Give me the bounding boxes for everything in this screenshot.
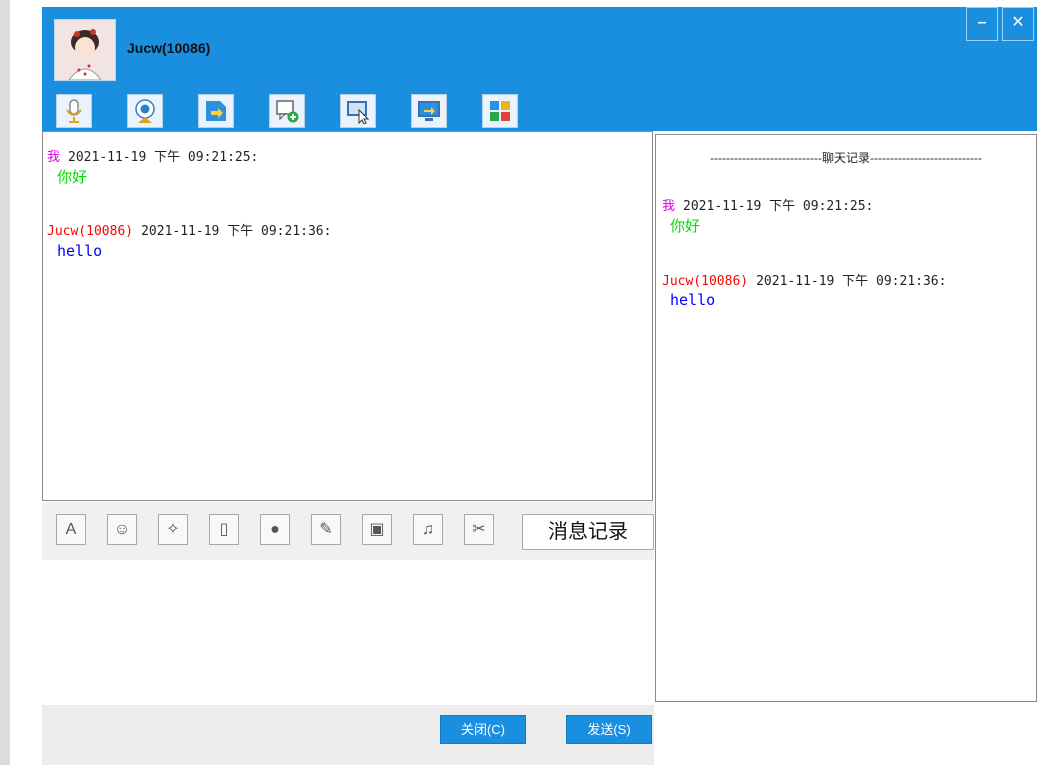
music-icon: ♫ bbox=[422, 521, 434, 538]
left-edge-strip bbox=[0, 0, 10, 765]
history-panel[interactable]: ----------------------------聊天记录--------… bbox=[655, 134, 1037, 702]
font-button[interactable]: A bbox=[56, 514, 86, 545]
footer: 关闭(C) 发送(S) bbox=[42, 705, 654, 765]
message-time: 2021-11-19 下午 09:21:36: bbox=[756, 274, 947, 289]
chat-window: Jucw(10086) – ✕ 我 2021-11-19 下午 09:21:25… bbox=[42, 7, 1037, 765]
image-icon: ▣ bbox=[369, 521, 385, 538]
message-time: 2021-11-19 下午 09:21:25: bbox=[68, 150, 259, 165]
microphone-icon bbox=[66, 99, 82, 123]
new-message-icon bbox=[276, 100, 299, 123]
emoji-button[interactable]: ☺ bbox=[107, 514, 137, 545]
close-icon: ✕ bbox=[1011, 14, 1025, 31]
screen-share-icon bbox=[418, 101, 440, 121]
history-message-header: 我 2021-11-19 下午 09:21:25: bbox=[662, 195, 873, 214]
magic-wand-icon: ✧ bbox=[166, 521, 180, 538]
history-title: ----------------------------聊天记录--------… bbox=[710, 151, 982, 165]
title-bar: Jucw(10086) – ✕ bbox=[42, 7, 1037, 131]
close-window-button[interactable]: ✕ bbox=[1002, 7, 1034, 41]
message-sender: Jucw(10086) bbox=[47, 224, 134, 239]
new-message-button[interactable] bbox=[269, 94, 305, 128]
send-file-icon bbox=[206, 101, 226, 121]
font-icon: A bbox=[65, 521, 77, 538]
video-call-button[interactable] bbox=[127, 94, 163, 128]
webcam-icon bbox=[135, 99, 155, 123]
chat-message-header: 我 2021-11-19 下午 09:21:25: bbox=[47, 146, 258, 165]
history-message-header: Jucw(10086) 2021-11-19 下午 09:21:36: bbox=[662, 270, 946, 289]
close-button[interactable]: 关闭(C) bbox=[440, 715, 526, 744]
remote-desktop-icon bbox=[347, 101, 370, 124]
message-time: 2021-11-19 下午 09:21:25: bbox=[683, 199, 874, 214]
message-text: hello bbox=[57, 242, 103, 260]
avatar-image bbox=[55, 20, 115, 80]
message-input[interactable] bbox=[42, 560, 654, 705]
apps-icon bbox=[490, 101, 510, 121]
minimize-icon: – bbox=[977, 14, 987, 31]
send-button[interactable]: 发送(S) bbox=[566, 715, 652, 744]
image-button[interactable]: ▣ bbox=[362, 514, 392, 545]
vibrate-button[interactable]: ▯ bbox=[209, 514, 239, 545]
emoji-icon: ☺ bbox=[113, 521, 131, 538]
remote-desktop-button[interactable] bbox=[340, 94, 376, 128]
send-file-button[interactable] bbox=[198, 94, 234, 128]
magic-button[interactable]: ✧ bbox=[158, 514, 188, 545]
message-sender: Jucw(10086) bbox=[662, 274, 749, 289]
apps-button[interactable] bbox=[482, 94, 518, 128]
chat-display[interactable]: 我 2021-11-19 下午 09:21:25: 你好 Jucw(10086) 2… bbox=[42, 131, 653, 501]
vibrate-icon: ▯ bbox=[219, 521, 229, 538]
scissors-icon: ✂ bbox=[472, 521, 486, 538]
avatar[interactable] bbox=[54, 19, 116, 81]
edit-icon: ✎ bbox=[319, 521, 333, 538]
screen-share-button[interactable] bbox=[411, 94, 447, 128]
contact-name: Jucw(10086) bbox=[127, 40, 211, 56]
message-time: 2021-11-19 下午 09:21:36: bbox=[141, 224, 332, 239]
message-text: 你好 bbox=[670, 217, 701, 235]
minimize-button[interactable]: – bbox=[966, 7, 998, 41]
voice-message-button[interactable]: ● bbox=[260, 514, 290, 545]
message-sender: 我 bbox=[662, 199, 676, 214]
chat-message-header: Jucw(10086) 2021-11-19 下午 09:21:36: bbox=[47, 220, 331, 239]
format-toolbar: A ☺ ✧ ▯ ● ✎ ▣ ♫ ✂ 消息记录 bbox=[42, 502, 654, 560]
voice-icon: ● bbox=[270, 521, 280, 538]
message-text: hello bbox=[670, 291, 716, 309]
screenshot-button[interactable]: ✂ bbox=[464, 514, 494, 545]
voice-call-button[interactable] bbox=[56, 94, 92, 128]
message-sender: 我 bbox=[47, 150, 61, 165]
message-history-button[interactable]: 消息记录 bbox=[522, 514, 654, 550]
message-text: 你好 bbox=[57, 168, 88, 186]
music-button[interactable]: ♫ bbox=[413, 514, 443, 545]
edit-button[interactable]: ✎ bbox=[311, 514, 341, 545]
